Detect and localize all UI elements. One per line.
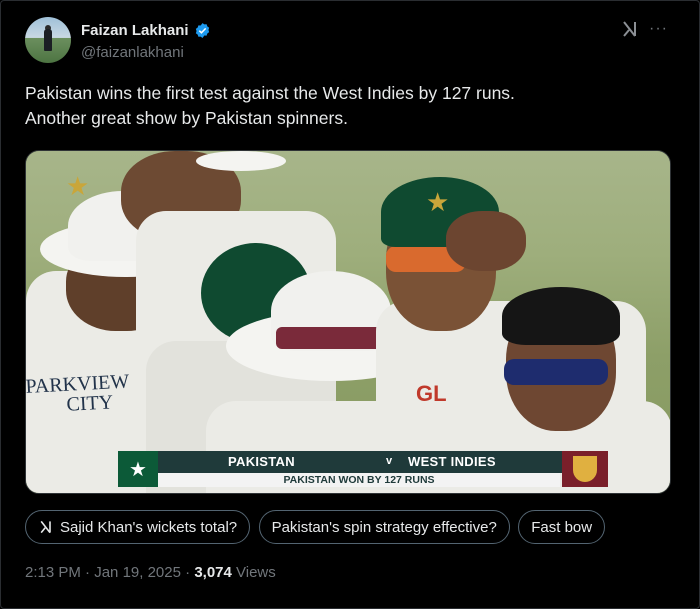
views-count[interactable]: 3,074 [194, 564, 232, 581]
scoreboard-result-bar: PAKISTAN WON BY 127 RUNS [158, 473, 560, 487]
blue-sunglasses [504, 359, 608, 385]
separator: · [80, 564, 95, 581]
chip-spin-strategy[interactable]: Pakistan's spin strategy effective? [258, 510, 510, 544]
post-text: Pakistan wins the first test against the… [25, 81, 675, 131]
scoreboard-overlay: PAKISTAN v WEST INDIES PAKISTAN WON BY 1… [118, 451, 608, 489]
avatar[interactable] [25, 17, 71, 63]
west-indies-logo-icon [562, 451, 608, 487]
cap-star-icon: ★ [426, 187, 450, 217]
post-time[interactable]: 2:13 PM [25, 564, 81, 581]
grok-icon [40, 520, 51, 534]
author-display-name[interactable]: Faizan Lakhani [81, 22, 189, 39]
verified-badge-icon[interactable] [194, 22, 211, 39]
team-right: WEST INDIES [408, 454, 496, 469]
author-name-row: Faizan Lakhani [81, 22, 211, 39]
chip-fast-bowling[interactable]: Fast bow [518, 510, 606, 544]
separator: · [180, 564, 195, 581]
player-right-hair [502, 287, 620, 345]
more-options-icon[interactable]: ··· [649, 21, 669, 37]
parkview-city-text: PARKVIEW CITY [26, 369, 177, 417]
vs-label: v [386, 455, 393, 467]
pakistan-star-icon: ★ [66, 171, 90, 201]
chip-sajid-wickets[interactable]: Sajid Khan's wickets total? [25, 510, 251, 544]
views-label: Views [231, 564, 276, 581]
chip-label: Pakistan's spin strategy effective? [271, 518, 497, 536]
sponsor-logo-fragment: GL [416, 381, 447, 406]
post-date[interactable]: Jan 19, 2025 [94, 564, 181, 581]
post-card: Faizan Lakhani @faizanlakhani ··· Pakist… [0, 0, 700, 609]
player-hand [446, 211, 526, 271]
post-media-image[interactable]: ★ ★ GL PARKVIEW CITY PAKISTAN v WEST IND… [25, 150, 671, 494]
author-handle[interactable]: @faizanlakhani [81, 44, 184, 61]
grok-icon[interactable] [620, 19, 640, 39]
post-metadata: 2:13 PM · Jan 19, 2025 · 3,074 Views [25, 564, 276, 581]
post-text-line-2: Another great show by Pakistan spinners. [25, 108, 348, 128]
player-back-hat-brim [196, 151, 286, 171]
pakistan-logo-icon: ★ [118, 451, 158, 487]
team-left: PAKISTAN [228, 454, 295, 469]
chip-label: Fast bow [531, 518, 593, 536]
umpire-hat-band [276, 327, 384, 349]
chip-label: Sajid Khan's wickets total? [60, 518, 238, 536]
match-result: PAKISTAN WON BY 127 RUNS [283, 474, 435, 486]
suggested-questions: Sajid Khan's wickets total? Pakistan's s… [25, 510, 671, 544]
avatar-figure [44, 29, 52, 51]
post-text-line-1: Pakistan wins the first test against the… [25, 83, 515, 103]
scoreboard-teams-bar: PAKISTAN v WEST INDIES [148, 451, 584, 473]
